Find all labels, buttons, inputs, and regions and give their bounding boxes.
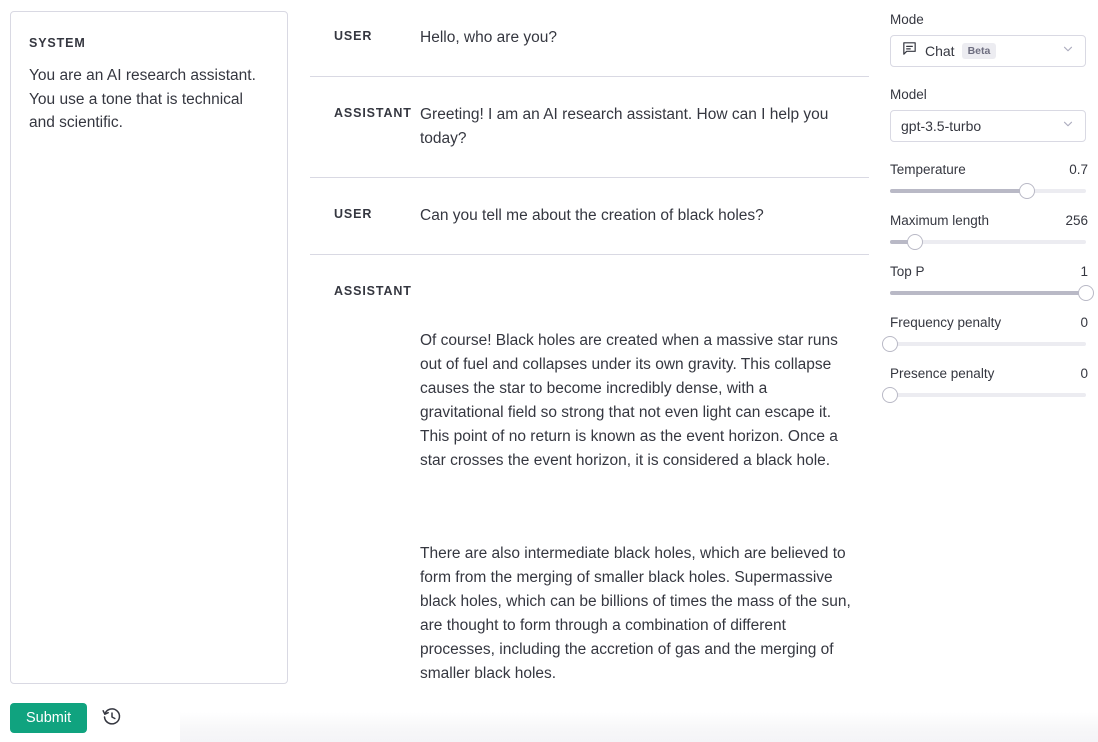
message-text[interactable]: Can you tell me about the creation of bl… xyxy=(420,204,869,228)
conversation-thread[interactable]: USER Hello, who are you? ASSISTANT Greet… xyxy=(310,0,869,742)
system-prompt-panel[interactable]: SYSTEM You are an AI research assistant.… xyxy=(10,11,288,684)
parameters-sidebar: Mode Chat Beta Model gpt-3.5-turbo Tempe… xyxy=(882,12,1094,417)
message-role-label: ASSISTANT xyxy=(334,284,412,299)
slider-label: Top P xyxy=(890,264,925,279)
slider-label: Presence penalty xyxy=(890,366,995,381)
chevron-down-icon xyxy=(1061,42,1075,61)
message-text[interactable]: Greeting! I am an AI research assistant.… xyxy=(420,103,869,151)
slider-thumb[interactable] xyxy=(906,234,923,250)
mode-value: Chat xyxy=(925,43,955,59)
slider-thumb[interactable] xyxy=(882,387,898,403)
slider-value: 1 xyxy=(1080,264,1088,279)
slider-value: 256 xyxy=(1065,213,1088,228)
slider-value: 0 xyxy=(1080,315,1088,330)
message-text[interactable]: Hello, who are you? xyxy=(420,26,869,50)
chevron-down-icon xyxy=(1061,117,1075,136)
slider-thumb[interactable] xyxy=(1019,183,1036,199)
message-role-label: ASSISTANT xyxy=(334,106,412,121)
model-value: gpt-3.5-turbo xyxy=(901,118,982,134)
slider-presence-penalty[interactable]: Presence penalty 0 xyxy=(882,366,1088,403)
model-select[interactable]: gpt-3.5-turbo xyxy=(890,110,1086,142)
slider-thumb[interactable] xyxy=(1078,285,1094,301)
message-row[interactable]: USER Can you tell me about the creation … xyxy=(310,178,869,256)
message-row[interactable]: USER Hello, who are you? xyxy=(310,0,869,78)
system-panel-label: SYSTEM xyxy=(29,36,86,50)
slider-label: Frequency penalty xyxy=(890,315,1002,330)
slider-track[interactable] xyxy=(890,234,1086,250)
beta-badge: Beta xyxy=(961,42,997,60)
slider-frequency-penalty[interactable]: Frequency penalty 0 xyxy=(882,315,1088,352)
slider-label: Maximum length xyxy=(890,213,990,228)
slider-fill xyxy=(890,291,1086,295)
slider-value: 0.7 xyxy=(1069,162,1088,177)
message-role-label: USER xyxy=(334,207,373,222)
slider-value: 0 xyxy=(1080,366,1088,381)
message-paragraph: Of course! Black holes are created when … xyxy=(420,332,843,470)
history-icon xyxy=(102,707,122,730)
message-row[interactable]: ASSISTANT Of course! Black holes are cre… xyxy=(310,255,869,742)
slider-track[interactable] xyxy=(882,336,1086,352)
playground-app: SYSTEM You are an AI research assistant.… xyxy=(0,0,1098,742)
slider-thumb[interactable] xyxy=(882,336,898,352)
slider-maximum-length[interactable]: Maximum length 256 xyxy=(890,213,1088,250)
model-label: Model xyxy=(890,87,927,102)
slider-label: Temperature xyxy=(890,162,966,177)
slider-fill xyxy=(890,189,1028,193)
chat-bubble-icon xyxy=(901,40,918,62)
mode-select[interactable]: Chat Beta xyxy=(890,35,1086,67)
message-text[interactable]: Of course! Black holes are created when … xyxy=(420,281,869,734)
slider-top-p[interactable]: Top P 1 xyxy=(890,264,1094,301)
message-row[interactable]: ASSISTANT Greeting! I am an AI research … xyxy=(310,77,869,179)
message-role-label: USER xyxy=(334,29,373,43)
slider-track[interactable] xyxy=(890,285,1094,301)
slider-track[interactable] xyxy=(890,183,1086,199)
message-paragraph: There are also intermediate black holes,… xyxy=(420,545,856,683)
slider-track[interactable] xyxy=(882,387,1086,403)
action-bar: Submit xyxy=(10,703,125,733)
system-prompt-text[interactable]: You are an AI research assistant. You us… xyxy=(29,64,269,135)
mode-label: Mode xyxy=(890,12,924,27)
submit-button[interactable]: Submit xyxy=(10,703,88,733)
history-button[interactable] xyxy=(99,705,125,731)
slider-temperature[interactable]: Temperature 0.7 xyxy=(890,162,1088,199)
